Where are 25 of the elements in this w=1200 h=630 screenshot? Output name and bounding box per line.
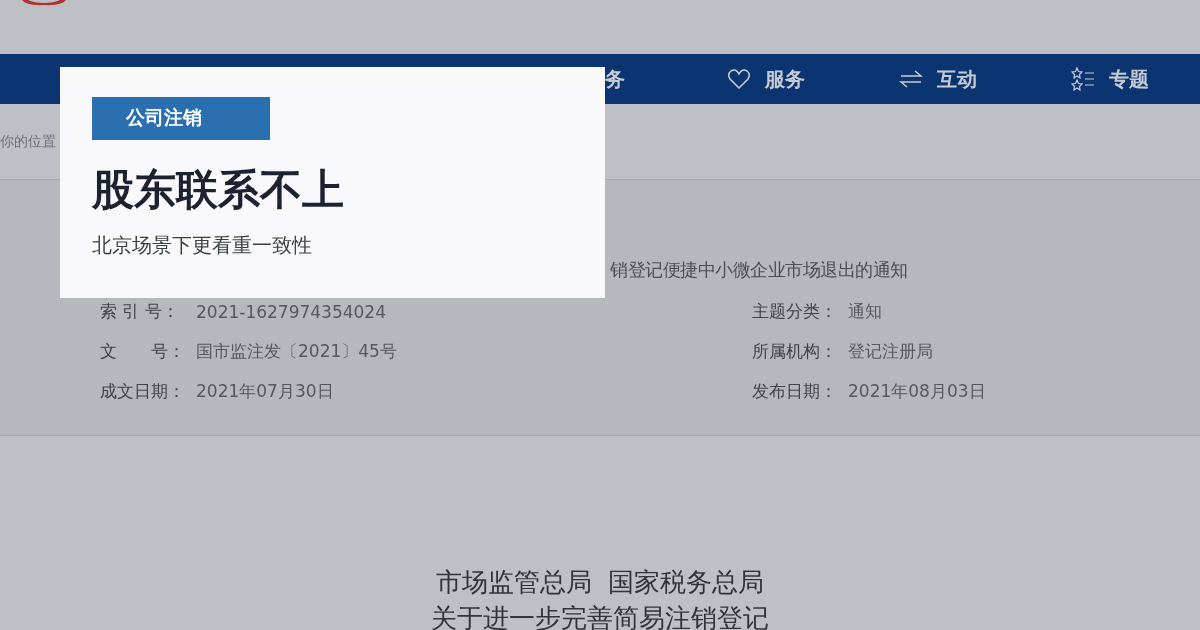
nav-link[interactable]: 互动 xyxy=(937,65,977,93)
card-title: 股东联系不上 xyxy=(92,164,345,216)
field-value: 2021年08月03日 xyxy=(848,380,986,403)
nav-link[interactable]: 服务 xyxy=(765,65,805,93)
heart-icon[interactable] xyxy=(727,67,751,91)
field-value: 2021年07月30日 xyxy=(196,380,334,403)
field-label: 索 引 号： xyxy=(100,300,180,323)
star-list-icon[interactable] xyxy=(1071,67,1095,91)
nav-link[interactable]: 专题 xyxy=(1109,65,1149,93)
field-label: 所属机构： xyxy=(752,340,838,363)
field-value: 国市监注发〔2021〕45号 xyxy=(196,340,397,363)
nav-link[interactable]: 务 xyxy=(605,65,625,93)
card-subtitle: 北京场景下更看重一致性 xyxy=(92,232,313,259)
category-tag: 公司注销 xyxy=(92,97,270,140)
document-title: 销登记便捷中小微企业市场退出的通知 xyxy=(610,260,908,280)
breadcrumb-label: 你的位置 xyxy=(0,132,56,151)
field-label: 成文日期： xyxy=(100,380,186,403)
field-label: 发布日期： xyxy=(752,380,838,403)
field-label: 文 号： xyxy=(100,340,186,363)
swap-arrows-icon[interactable] xyxy=(899,67,923,91)
field-value: 登记注册局 xyxy=(848,340,933,363)
document-heading: 市场监管总局 国家税务总局 xyxy=(435,566,765,599)
field-value: 通知 xyxy=(848,300,882,323)
field-label: 主题分类： xyxy=(752,300,838,323)
field-value: 2021-1627974354024 xyxy=(196,301,386,322)
